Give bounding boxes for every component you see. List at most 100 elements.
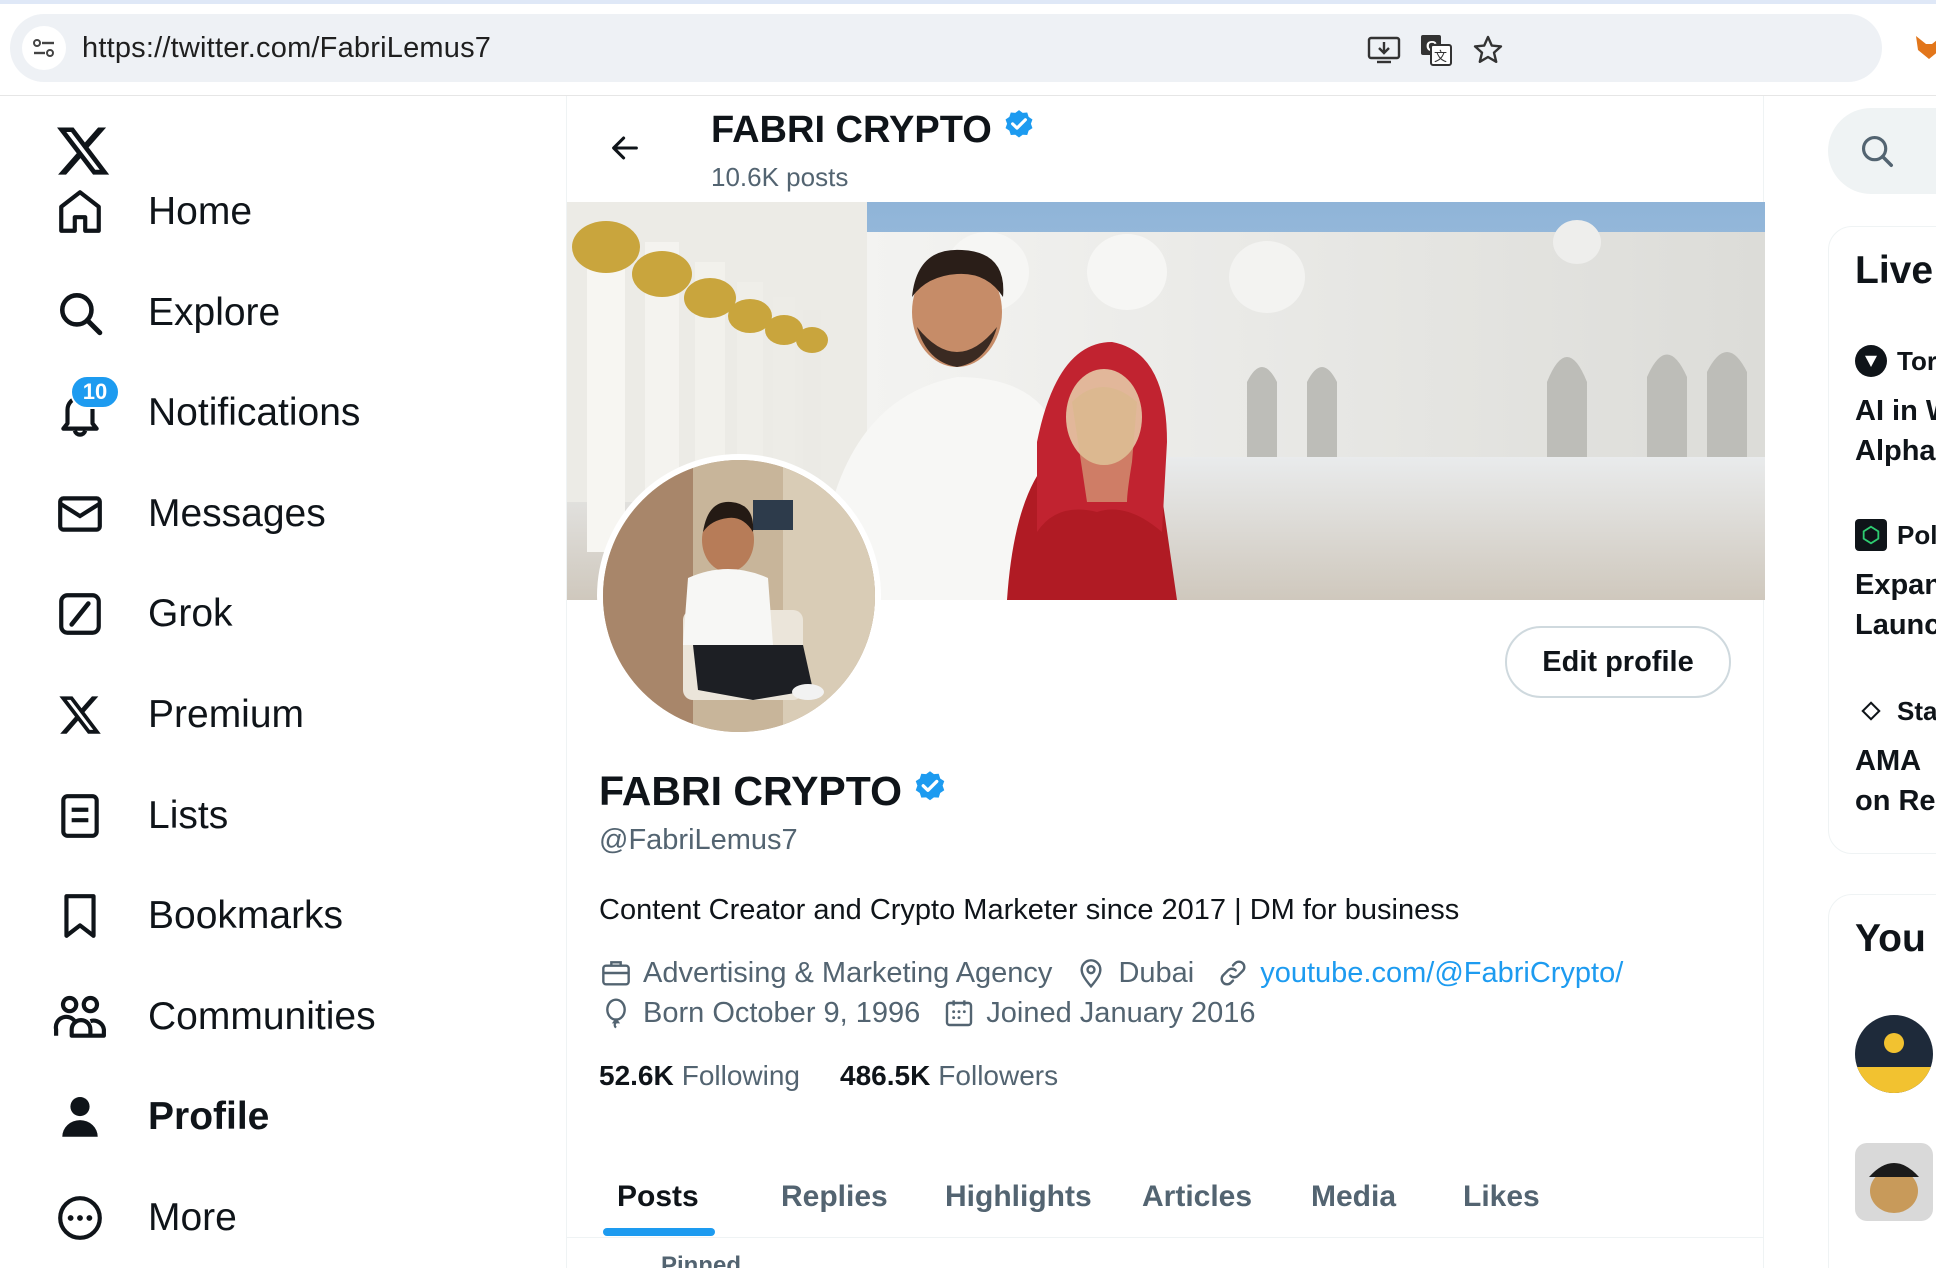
live-item-3-line2: on Re — [1855, 785, 1936, 817]
live-item-2-source: Pol — [1897, 519, 1936, 550]
url-text[interactable]: https://twitter.com/FabriLemus7 — [82, 32, 491, 65]
followers-label: Followers — [938, 1060, 1059, 1091]
nav-notifications[interactable]: 10 Notifications — [52, 373, 360, 453]
person-icon — [52, 1089, 108, 1145]
live-item-2-line1: Expan — [1855, 569, 1936, 601]
followers-link[interactable]: 486.5K Followers — [840, 1060, 1058, 1092]
bell-icon: 10 — [52, 375, 120, 441]
nav-home[interactable]: Home — [52, 172, 252, 252]
who-to-follow-card: You — [1828, 894, 1936, 1268]
nav-label-premium: Premium — [148, 693, 305, 736]
nav-label-grok: Grok — [148, 592, 233, 635]
meta-joined-text: Joined January 2016 — [986, 996, 1256, 1029]
svg-text:文: 文 — [1434, 50, 1447, 65]
tab-highlights[interactable]: Highlights — [945, 1156, 1092, 1238]
arrow-left-icon — [612, 136, 638, 160]
meta-website[interactable]: youtube.com/@FabriCrypto/ — [1216, 956, 1623, 990]
following-count: 52.6K — [599, 1060, 674, 1091]
profile-handle: @FabriLemus7 — [599, 824, 798, 856]
tab-replies[interactable]: Replies — [781, 1156, 888, 1238]
tab-articles[interactable]: Articles — [1142, 1156, 1252, 1238]
header-name-text: FABRI CRYPTO — [711, 108, 992, 151]
notification-badge: 10 — [70, 375, 120, 409]
verified-badge-icon — [1002, 108, 1036, 152]
envelope-icon — [52, 486, 108, 542]
nav-lists[interactable]: Lists — [52, 776, 228, 856]
extension-fox-icon[interactable] — [1914, 32, 1936, 62]
suggested-user-avatar[interactable] — [1855, 1015, 1933, 1093]
website-link[interactable]: youtube.com/@FabriCrypto/ — [1260, 957, 1623, 990]
profile-display-name: FABRI CRYPTO — [599, 768, 948, 815]
following-link[interactable]: 52.6K Following — [599, 1060, 800, 1092]
meta-category: Advertising & Marketing Agency — [599, 956, 1052, 990]
nav-label-lists: Lists — [148, 794, 229, 837]
back-button[interactable] — [595, 118, 655, 178]
live-item-3[interactable]: Sta AMA on Re — [1855, 695, 1936, 821]
meta-location-text: Dubai — [1118, 956, 1195, 989]
profile-main-column: FABRI CRYPTO 10.6K posts Edit profile FA… — [566, 96, 1765, 1268]
nav-label-profile: Profile — [148, 1095, 270, 1138]
nav-messages[interactable]: Messages — [52, 474, 326, 554]
location-pin-icon — [1074, 956, 1108, 990]
active-tab-indicator — [603, 1228, 715, 1236]
meta-category-text: Advertising & Marketing Agency — [643, 956, 1053, 989]
translate-icon[interactable]: G 文 — [1418, 32, 1454, 68]
profile-header-bar: FABRI CRYPTO 10.6K posts — [567, 96, 1763, 202]
nav-label-messages: Messages — [148, 492, 326, 535]
calendar-icon — [942, 996, 976, 1030]
live-item-3-line1: AMA — [1855, 745, 1922, 777]
tab-media[interactable]: Media — [1311, 1156, 1396, 1238]
nav-label-more: More — [148, 1196, 237, 1239]
grok-icon — [52, 586, 108, 642]
live-item-2[interactable]: Pol Expan Launc — [1855, 519, 1936, 645]
nav-explore[interactable]: Explore — [52, 273, 280, 353]
nav-communities[interactable]: Communities — [52, 977, 376, 1057]
bookmark-star-icon[interactable] — [1470, 32, 1506, 68]
tab-posts[interactable]: Posts — [617, 1156, 699, 1238]
live-item-1[interactable]: Tor AI in W Alpha — [1855, 345, 1936, 471]
nav-profile[interactable]: Profile — [52, 1077, 269, 1157]
live-item-1-line1: AI in W — [1855, 395, 1936, 427]
install-app-icon[interactable] — [1366, 32, 1402, 68]
pinned-label: Pinned — [661, 1252, 742, 1268]
nav-grok[interactable]: Grok — [52, 574, 233, 654]
who-card-title: You — [1855, 917, 1926, 960]
nav-bookmarks[interactable]: Bookmarks — [52, 876, 343, 956]
browser-toolbar: https://twitter.com/FabriLemus7 G 文 — [0, 0, 1936, 96]
x-icon — [52, 687, 108, 743]
followers-count: 486.5K — [840, 1060, 931, 1091]
nav-label-home: Home — [148, 190, 253, 233]
nav-label-notifications: Notifications — [148, 391, 361, 434]
briefcase-icon — [599, 956, 633, 990]
verified-badge-icon[interactable] — [912, 768, 948, 815]
bookmark-icon — [52, 888, 108, 944]
nav-label-bookmarks: Bookmarks — [148, 894, 344, 937]
nav-premium[interactable]: Premium — [52, 675, 304, 755]
left-navigation: Home Explore 10 Notifications Messages G… — [0, 96, 566, 1268]
nav-more[interactable]: More — [52, 1178, 237, 1258]
meta-location: Dubai — [1074, 956, 1194, 990]
address-bar[interactable]: https://twitter.com/FabriLemus7 G 文 — [10, 14, 1882, 82]
site-info-icon[interactable] — [22, 26, 66, 70]
communities-icon — [52, 989, 108, 1045]
posts-count: 10.6K posts — [711, 162, 849, 192]
more-icon — [52, 1190, 108, 1246]
profile-tabs: Posts Replies Highlights Articles Media … — [567, 1156, 1763, 1238]
meta-birthday-text: Born October 9, 1996 — [643, 996, 921, 1029]
display-name-text: FABRI CRYPTO — [599, 768, 902, 814]
live-source-avatar-icon — [1855, 695, 1887, 727]
search-input[interactable] — [1828, 108, 1936, 194]
tab-likes[interactable]: Likes — [1463, 1156, 1540, 1238]
nav-label-communities: Communities — [148, 995, 376, 1038]
search-icon — [1861, 135, 1893, 167]
edit-profile-button[interactable]: Edit profile — [1505, 626, 1731, 698]
live-source-avatar-icon — [1855, 345, 1887, 377]
profile-meta-row-1: Advertising & Marketing Agency Dubai you… — [599, 956, 1645, 990]
following-label: Following — [681, 1060, 800, 1091]
suggested-user-avatar[interactable] — [1855, 1143, 1933, 1221]
balloon-icon — [599, 996, 633, 1030]
header-display-name: FABRI CRYPTO — [711, 108, 1036, 152]
profile-avatar[interactable] — [597, 454, 881, 738]
live-on-x-card: Live Tor AI in W Alpha Pol Expan — [1828, 226, 1936, 854]
follow-stats: 52.6K Following 486.5K Followers — [599, 1060, 1098, 1092]
